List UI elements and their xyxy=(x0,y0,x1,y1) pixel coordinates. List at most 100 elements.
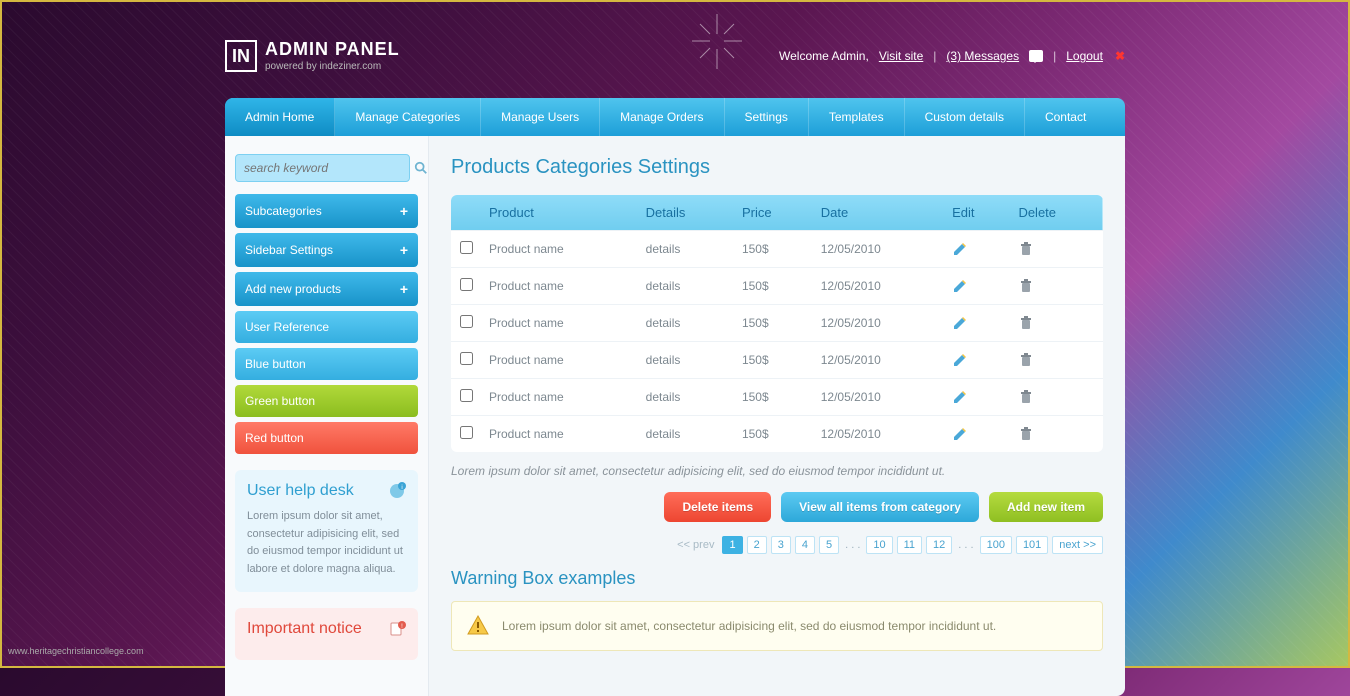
trash-icon[interactable] xyxy=(1018,278,1034,294)
sidebar-button-add-new-products[interactable]: Add new products+ xyxy=(235,272,418,306)
cell-product: Product name xyxy=(481,342,638,379)
sidebar-button-label: Add new products xyxy=(245,282,341,296)
trash-icon[interactable] xyxy=(1018,352,1034,368)
sidebar-button-label: User Reference xyxy=(245,320,329,334)
pagination-page[interactable]: 11 xyxy=(897,536,922,554)
cell-product: Product name xyxy=(481,268,638,305)
row-checkbox[interactable] xyxy=(460,241,473,254)
cell-price: 150$ xyxy=(734,268,813,305)
sidebar-button-sidebar-settings[interactable]: Sidebar Settings+ xyxy=(235,233,418,267)
logout-x-icon: ✖ xyxy=(1115,49,1125,63)
cell-details: details xyxy=(638,268,734,305)
trash-icon[interactable] xyxy=(1018,389,1034,405)
cell-date: 12/05/2010 xyxy=(813,342,944,379)
warning-section-title: Warning Box examples xyxy=(451,568,1103,589)
watermark: www.heritagechristiancollege.com xyxy=(8,646,144,656)
sidebar-button-label: Blue button xyxy=(245,357,306,371)
logout-link[interactable]: Logout xyxy=(1066,49,1103,63)
top-links: Welcome Admin, Visit site | (3) Messages… xyxy=(779,49,1125,63)
trash-icon[interactable] xyxy=(1018,426,1034,442)
help-icon: i xyxy=(388,482,406,500)
pagination-page[interactable]: 100 xyxy=(980,536,1012,554)
pagination-page[interactable]: 101 xyxy=(1016,536,1048,554)
logo[interactable]: IN ADMIN PANEL powered by indeziner.com xyxy=(225,40,400,72)
pagination: << prev12345. . .101112. . .100101next >… xyxy=(451,536,1103,554)
column-header: Details xyxy=(638,195,734,231)
pagination-page[interactable]: 3 xyxy=(771,536,791,554)
pagination-page[interactable]: 12 xyxy=(926,536,952,554)
cell-product: Product name xyxy=(481,416,638,453)
trash-icon[interactable] xyxy=(1018,241,1034,257)
edit-icon[interactable] xyxy=(952,389,968,405)
cell-date: 12/05/2010 xyxy=(813,416,944,453)
nav-item-templates[interactable]: Templates xyxy=(809,98,905,136)
add-new-item-button[interactable]: Add new item xyxy=(989,492,1103,522)
sidebar-button-user-reference[interactable]: User Reference xyxy=(235,311,418,343)
row-checkbox[interactable] xyxy=(460,352,473,365)
row-checkbox[interactable] xyxy=(460,315,473,328)
table-row: Product namedetails150$12/05/2010 xyxy=(451,268,1103,305)
column-header: Product xyxy=(481,195,638,231)
nav-item-custom-details[interactable]: Custom details xyxy=(905,98,1025,136)
edit-icon[interactable] xyxy=(952,352,968,368)
edit-icon[interactable] xyxy=(952,315,968,331)
edit-icon[interactable] xyxy=(952,241,968,257)
cell-date: 12/05/2010 xyxy=(813,379,944,416)
nav-item-contact[interactable]: Contact xyxy=(1025,98,1106,136)
pagination-page[interactable]: 10 xyxy=(866,536,892,554)
nav-item-settings[interactable]: Settings xyxy=(725,98,809,136)
important-notice-title: Important notice xyxy=(247,620,362,638)
help-desk-box: User help desk i Lorem ipsum dolor sit a… xyxy=(235,470,418,592)
nav-item-admin-home[interactable]: Admin Home xyxy=(225,98,335,136)
pagination-page[interactable]: 5 xyxy=(819,536,839,554)
table-row: Product namedetails150$12/05/2010 xyxy=(451,342,1103,379)
sidebar-button-subcategories[interactable]: Subcategories+ xyxy=(235,194,418,228)
sidebar-button-red-button[interactable]: Red button xyxy=(235,422,418,454)
page-title: Products Categories Settings xyxy=(451,156,1103,179)
svg-text:i: i xyxy=(401,485,402,491)
pagination-ellipsis: . . . xyxy=(956,539,975,551)
edit-icon[interactable] xyxy=(952,278,968,294)
edit-icon[interactable] xyxy=(952,426,968,442)
column-header: Price xyxy=(734,195,813,231)
sidebar-button-green-button[interactable]: Green button xyxy=(235,385,418,417)
visit-site-link[interactable]: Visit site xyxy=(879,49,923,63)
plus-icon: + xyxy=(400,203,408,219)
pagination-next[interactable]: next >> xyxy=(1052,536,1103,554)
view-all-items-button[interactable]: View all items from category xyxy=(781,492,979,522)
main-content: Products Categories Settings ProductDeta… xyxy=(429,136,1125,696)
trash-icon[interactable] xyxy=(1018,315,1034,331)
row-checkbox[interactable] xyxy=(460,389,473,402)
separator: | xyxy=(933,49,936,63)
cell-product: Product name xyxy=(481,379,638,416)
notice-icon: ! xyxy=(388,620,406,638)
pagination-page[interactable]: 1 xyxy=(722,536,742,554)
pagination-page[interactable]: 4 xyxy=(795,536,815,554)
search-button[interactable] xyxy=(414,155,428,181)
logo-title: ADMIN PANEL xyxy=(265,40,400,58)
separator: | xyxy=(1053,49,1056,63)
messages-link[interactable]: (3) Messages xyxy=(946,49,1019,63)
main-nav: Admin HomeManage CategoriesManage UsersM… xyxy=(225,98,1125,136)
nav-item-manage-users[interactable]: Manage Users xyxy=(481,98,600,136)
nav-item-manage-categories[interactable]: Manage Categories xyxy=(335,98,481,136)
pagination-page[interactable]: 2 xyxy=(747,536,767,554)
column-header: Date xyxy=(813,195,944,231)
table-caption: Lorem ipsum dolor sit amet, consectetur … xyxy=(451,464,1103,478)
row-checkbox[interactable] xyxy=(460,278,473,291)
table-row: Product namedetails150$12/05/2010 xyxy=(451,305,1103,342)
cell-price: 150$ xyxy=(734,416,813,453)
row-checkbox[interactable] xyxy=(460,426,473,439)
cell-product: Product name xyxy=(481,231,638,268)
logo-icon: IN xyxy=(225,40,257,72)
delete-items-button[interactable]: Delete items xyxy=(664,492,771,522)
sidebar-button-blue-button[interactable]: Blue button xyxy=(235,348,418,380)
cell-date: 12/05/2010 xyxy=(813,268,944,305)
table-row: Product namedetails150$12/05/2010 xyxy=(451,231,1103,268)
table-row: Product namedetails150$12/05/2010 xyxy=(451,416,1103,453)
nav-item-manage-orders[interactable]: Manage Orders xyxy=(600,98,724,136)
search-input[interactable] xyxy=(235,154,410,182)
sidebar-button-label: Green button xyxy=(245,394,315,408)
pagination-prev[interactable]: << prev xyxy=(673,539,718,551)
column-header xyxy=(451,195,481,231)
